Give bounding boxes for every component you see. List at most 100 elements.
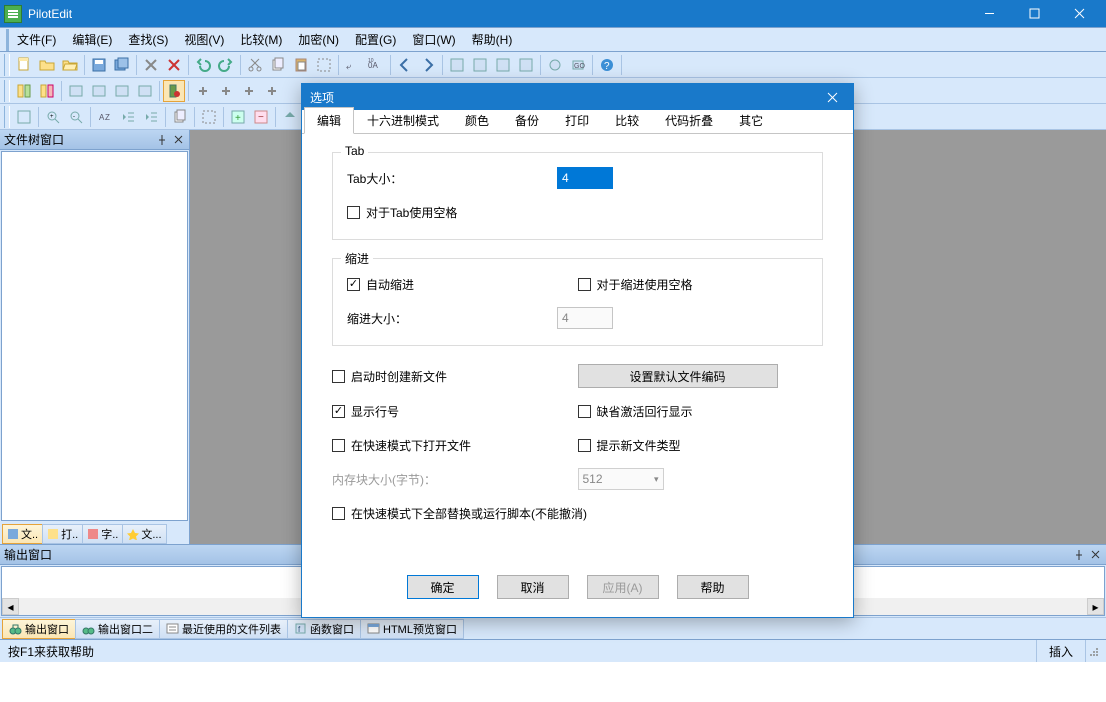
- file-tree-body[interactable]: [1, 151, 188, 521]
- toolbar-grip[interactable]: [4, 80, 10, 102]
- ok-button[interactable]: 确定: [407, 575, 479, 599]
- toolbar-btn-e[interactable]: [544, 54, 566, 76]
- tb3-indent-right-icon[interactable]: [140, 106, 162, 128]
- dialog-tab-print[interactable]: 打印: [552, 107, 602, 133]
- undo-icon[interactable]: [192, 54, 214, 76]
- mem-block-combo[interactable]: 512 ▾: [578, 468, 664, 490]
- tb2-b-icon[interactable]: [36, 80, 58, 102]
- panel-close-icon[interactable]: [171, 133, 185, 147]
- tab-use-spaces-checkbox[interactable]: 对于Tab使用空格: [347, 204, 457, 221]
- output-tab-0[interactable]: 输出窗口: [2, 619, 76, 639]
- tb2-c-icon[interactable]: [65, 80, 87, 102]
- new-file-icon[interactable]: [13, 54, 35, 76]
- open-file-icon[interactable]: [36, 54, 58, 76]
- panel-tab-2[interactable]: 字..: [82, 524, 123, 544]
- output-tab-4[interactable]: HTML预览窗口: [360, 619, 464, 639]
- select-all-icon[interactable]: [313, 54, 335, 76]
- tb2-h-icon[interactable]: [192, 80, 214, 102]
- help-icon[interactable]: ?: [596, 54, 618, 76]
- tb3-select-icon[interactable]: [198, 106, 220, 128]
- panel-tab-0[interactable]: 文..: [2, 524, 43, 544]
- open-folder-icon[interactable]: [59, 54, 81, 76]
- show-line-number-checkbox[interactable]: 显示行号: [332, 403, 578, 420]
- tb2-i-icon[interactable]: [215, 80, 237, 102]
- output-tab-3[interactable]: f函数窗口: [287, 619, 361, 639]
- toolbar-grip[interactable]: [4, 54, 10, 76]
- open-fast-mode-checkbox[interactable]: 在快速模式下打开文件: [332, 437, 578, 454]
- tb2-g-icon[interactable]: [163, 80, 185, 102]
- tb3-sort-icon[interactable]: AZ: [94, 106, 116, 128]
- dialog-tab-compare[interactable]: 比较: [602, 107, 652, 133]
- word-wrap-icon[interactable]: ⤶: [342, 54, 364, 76]
- dialog-tab-fold[interactable]: 代码折叠: [652, 107, 726, 133]
- pin-icon[interactable]: [1072, 548, 1086, 562]
- toolbar-btn-d[interactable]: [515, 54, 537, 76]
- menu-compare[interactable]: 比较(M): [232, 28, 290, 51]
- tab-size-input[interactable]: [557, 167, 613, 189]
- set-default-encoding-button[interactable]: 设置默认文件编码: [578, 364, 778, 388]
- menu-find[interactable]: 查找(S): [120, 28, 176, 51]
- dialog-close-button[interactable]: [819, 84, 845, 110]
- fast-replace-checkbox[interactable]: 在快速模式下全部替换或运行脚本(不能撤消): [332, 505, 587, 522]
- menu-window[interactable]: 窗口(W): [404, 28, 463, 51]
- toolbar-btn-b[interactable]: [469, 54, 491, 76]
- cut-icon[interactable]: [244, 54, 266, 76]
- output-tab-2[interactable]: 最近使用的文件列表: [159, 619, 288, 639]
- tb3-prev-diff-icon[interactable]: [279, 106, 301, 128]
- menu-edit[interactable]: 编辑(E): [64, 28, 120, 51]
- close-file-icon[interactable]: [140, 54, 162, 76]
- panel-close-icon[interactable]: [1088, 548, 1102, 562]
- dialog-tab-other[interactable]: 其它: [726, 107, 776, 133]
- redo-icon[interactable]: [215, 54, 237, 76]
- tb2-e-icon[interactable]: [111, 80, 133, 102]
- paste-icon[interactable]: [290, 54, 312, 76]
- tb3-zoom-fit-icon[interactable]: [13, 106, 35, 128]
- pin-icon[interactable]: [155, 133, 169, 147]
- tb2-f-icon[interactable]: [134, 80, 156, 102]
- tb2-a-icon[interactable]: [13, 80, 35, 102]
- auto-indent-checkbox[interactable]: 自动缩进: [347, 276, 578, 293]
- toolbar-btn-f[interactable]: GO: [567, 54, 589, 76]
- dialog-tab-backup[interactable]: 备份: [502, 107, 552, 133]
- output-tab-1[interactable]: 输出窗口二: [75, 619, 160, 639]
- menu-encrypt[interactable]: 加密(N): [290, 28, 347, 51]
- toolbar-grip[interactable]: [4, 106, 10, 128]
- default-wrap-checkbox[interactable]: 缺省激活回行显示: [578, 403, 824, 420]
- help-button[interactable]: 帮助: [677, 575, 749, 599]
- toolbar-btn-c[interactable]: [492, 54, 514, 76]
- menu-config[interactable]: 配置(G): [347, 28, 404, 51]
- tb3-add-icon[interactable]: +: [227, 106, 249, 128]
- toolbar-btn-a[interactable]: [446, 54, 468, 76]
- minimize-button[interactable]: [967, 0, 1012, 27]
- menu-view[interactable]: 视图(V): [176, 28, 232, 51]
- prev-icon[interactable]: [394, 54, 416, 76]
- next-icon[interactable]: [417, 54, 439, 76]
- hex-icon[interactable]: 0A10: [365, 54, 387, 76]
- copy-icon[interactable]: [267, 54, 289, 76]
- hint-new-type-checkbox[interactable]: 提示新文件类型: [578, 437, 824, 454]
- tb3-copy-icon[interactable]: [169, 106, 191, 128]
- save-all-icon[interactable]: [111, 54, 133, 76]
- delete-icon[interactable]: [163, 54, 185, 76]
- dialog-tab-edit[interactable]: 编辑: [304, 107, 354, 134]
- create-new-on-start-checkbox[interactable]: 启动时创建新文件: [332, 368, 578, 385]
- save-icon[interactable]: [88, 54, 110, 76]
- tb2-k-icon[interactable]: [261, 80, 283, 102]
- panel-tab-1[interactable]: 打..: [42, 524, 83, 544]
- menu-file[interactable]: 文件(F): [9, 28, 64, 51]
- scroll-left-icon[interactable]: ◂: [2, 598, 19, 615]
- tb2-j-icon[interactable]: [238, 80, 260, 102]
- resize-grip-icon[interactable]: [1086, 644, 1100, 658]
- cancel-button[interactable]: 取消: [497, 575, 569, 599]
- dialog-tab-hex[interactable]: 十六进制模式: [354, 107, 452, 133]
- indent-size-input[interactable]: [557, 307, 613, 329]
- close-button[interactable]: [1057, 0, 1102, 27]
- tb3-zoom-in-icon[interactable]: +: [42, 106, 64, 128]
- panel-tab-3[interactable]: 文...: [122, 524, 166, 544]
- dialog-tab-color[interactable]: 颜色: [452, 107, 502, 133]
- maximize-button[interactable]: [1012, 0, 1057, 27]
- tb2-d-icon[interactable]: [88, 80, 110, 102]
- apply-button[interactable]: 应用(A): [587, 575, 659, 599]
- tb3-zoom-out-icon[interactable]: -: [65, 106, 87, 128]
- tb3-indent-left-icon[interactable]: [117, 106, 139, 128]
